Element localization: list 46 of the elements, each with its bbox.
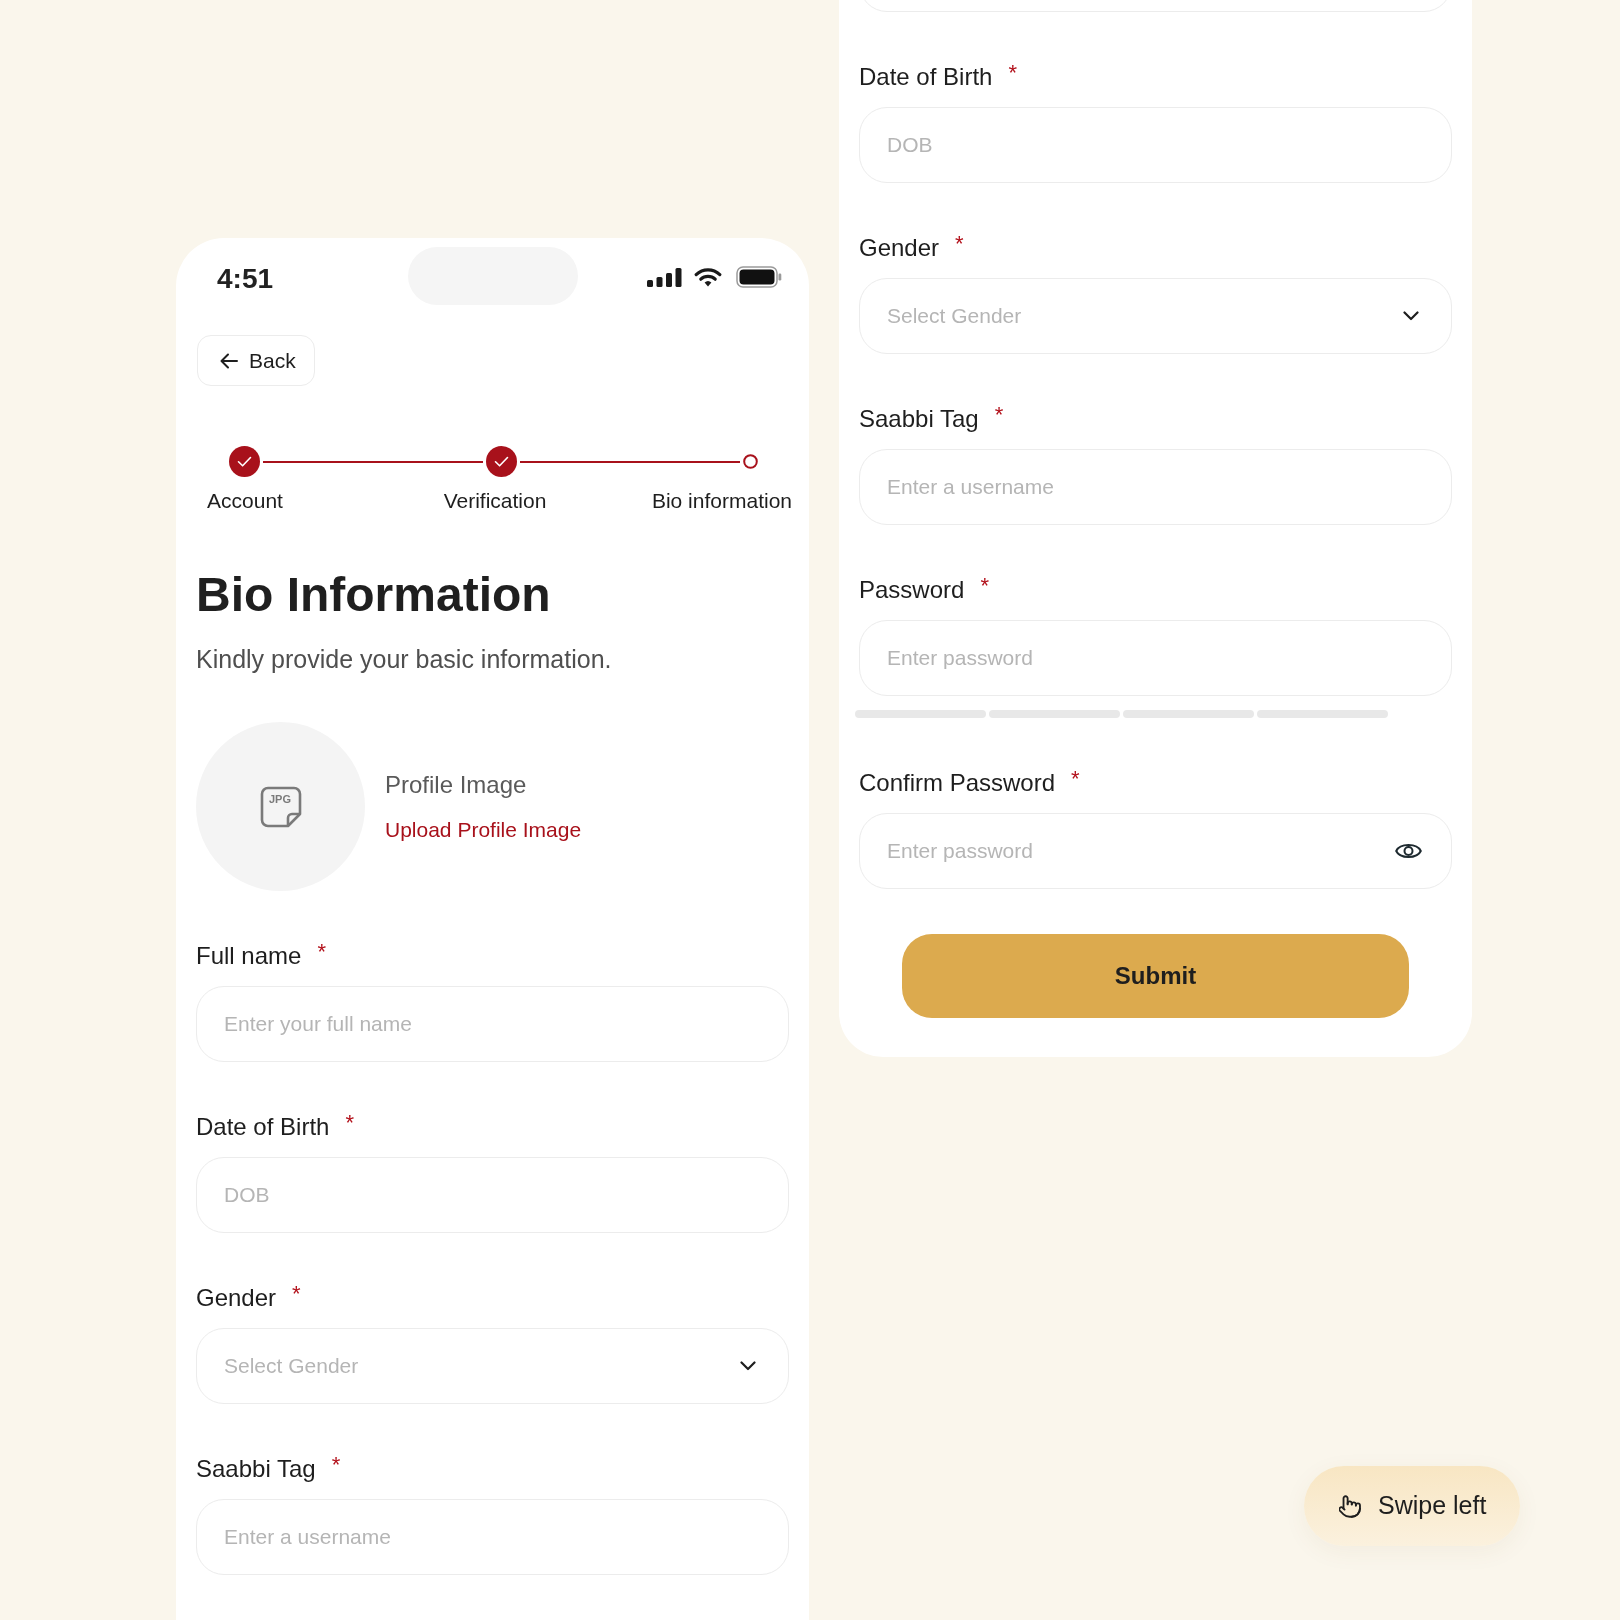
step-label: Verification — [443, 489, 547, 512]
jpg-file-icon: JPG — [259, 785, 302, 828]
required-mark: * — [994, 404, 1004, 426]
wifi-icon — [694, 267, 722, 287]
arrow-left-icon — [220, 352, 238, 369]
page-subtitle: Kindly provide your basic information. — [196, 644, 613, 674]
input-field[interactable]: Enter password — [859, 620, 1452, 696]
chevron-down-icon — [740, 1361, 756, 1371]
field-label: Confirm Password — [859, 769, 1056, 797]
input-field[interactable]: Enter a username — [859, 449, 1452, 525]
profile-image-label: Profile Image — [385, 770, 528, 799]
swipe-hint-label: Swipe left — [1378, 1490, 1487, 1522]
profile-image-placeholder[interactable]: JPG — [196, 722, 365, 891]
status-time: 4:51 — [217, 263, 274, 294]
step-label: Account — [207, 489, 283, 512]
required-mark: * — [317, 941, 326, 963]
page-title: Bio Information — [196, 571, 552, 619]
signal-icon — [647, 267, 682, 287]
field-label: Date of Birth — [859, 63, 993, 91]
required-mark: * — [980, 575, 989, 597]
hand-pointer-icon — [1339, 1494, 1361, 1518]
step-label: Bio information — [651, 489, 792, 512]
upload-link[interactable]: Upload Profile Image — [385, 816, 582, 843]
battery-icon — [736, 266, 782, 288]
required-mark: * — [1071, 768, 1080, 790]
required-mark: * — [955, 233, 964, 255]
required-mark: * — [292, 1283, 301, 1305]
field-label: Password — [859, 576, 965, 604]
required-mark: * — [345, 1112, 354, 1134]
field-label: Gender — [859, 234, 940, 262]
required-mark: * — [1008, 62, 1017, 84]
back-button[interactable]: Back — [197, 335, 315, 386]
input-field[interactable]: Enter your full name — [196, 986, 789, 1062]
field-label: Full name — [196, 942, 302, 970]
input-field[interactable]: Enter a username — [196, 1499, 789, 1575]
input-field[interactable]: DOB — [196, 1157, 789, 1233]
submit-button[interactable]: Submit — [902, 934, 1409, 1018]
field-label: Date of Birth — [196, 1113, 330, 1141]
field-label: Saabbi Tag — [196, 1455, 316, 1483]
eye-icon[interactable] — [1395, 841, 1422, 861]
password-field[interactable]: Enter password — [859, 813, 1452, 889]
field-label: Gender — [196, 1284, 277, 1312]
field-label: Saabbi Tag — [859, 405, 979, 433]
chevron-down-icon — [1403, 311, 1419, 321]
required-mark: * — [331, 1454, 341, 1476]
input-field[interactable]: DOB — [859, 107, 1452, 183]
